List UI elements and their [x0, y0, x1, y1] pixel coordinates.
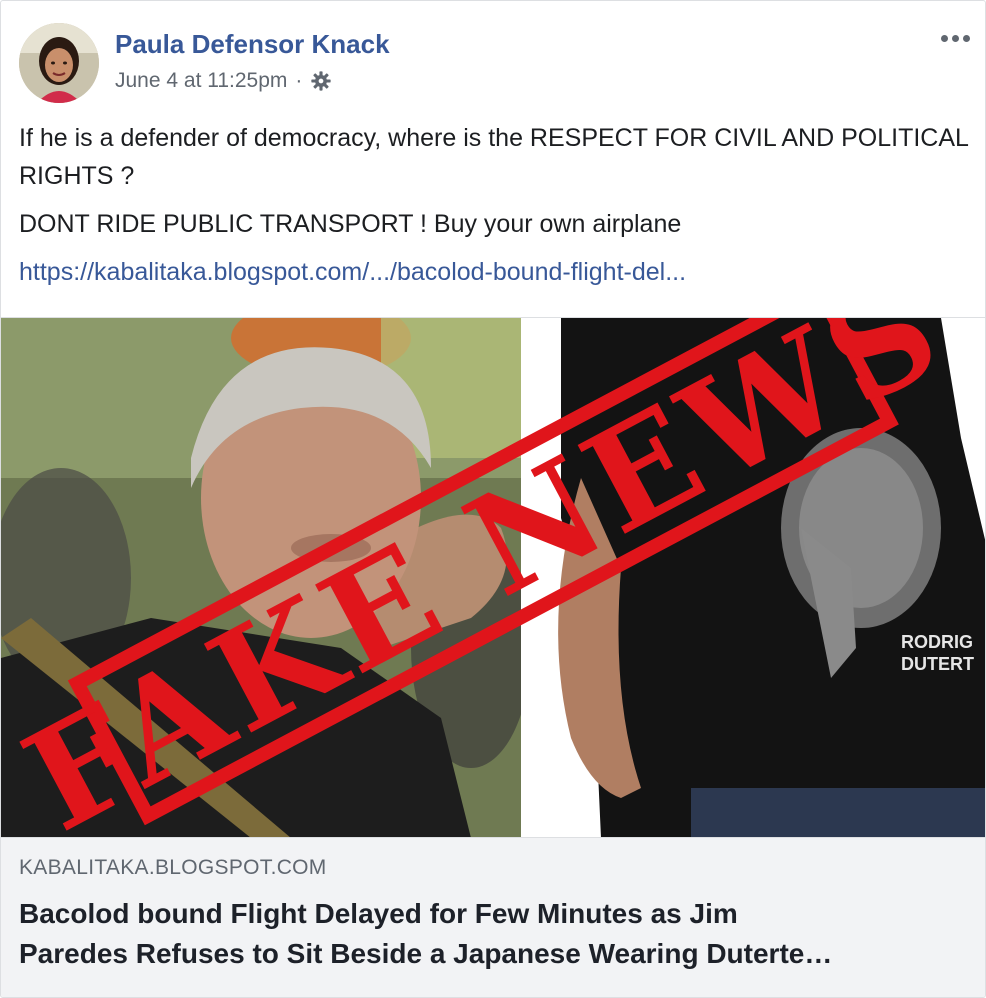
more-dot — [940, 34, 948, 42]
post-header: Paula Defensor Knack June 4 at 11:25pm · — [1, 1, 985, 111]
more-options-icon[interactable] — [935, 23, 975, 53]
preview-headline-line: Paredes Refuses to Sit Beside a Japanese… — [19, 938, 833, 969]
more-dot — [951, 34, 959, 42]
gear-icon[interactable] — [310, 70, 332, 92]
preview-domain: KABALITAKA.BLOGSPOT.COM — [19, 856, 327, 879]
post-timestamp[interactable]: June 4 at 11:25pm — [115, 69, 287, 93]
meta-separator: · — [295, 69, 303, 92]
post-meta: June 4 at 11:25pm · — [115, 69, 332, 93]
more-dot — [962, 34, 970, 42]
avatar[interactable] — [19, 23, 99, 103]
link-preview[interactable]: KABALITAKA.BLOGSPOT.COM Bacolod bound Fl… — [1, 837, 985, 997]
post-paragraph: DONT RIDE PUBLIC TRANSPORT ! Buy your ow… — [19, 210, 682, 238]
shared-image[interactable]: RODRIG DUTERT FAKE NEWS — [1, 317, 985, 838]
shirt-text: DUTERT — [901, 654, 974, 674]
preview-headline-line: Bacolod bound Flight Delayed for Few Min… — [19, 898, 738, 929]
post-paragraph: If he is a defender of democracy, where … — [19, 124, 968, 190]
facebook-post: Paula Defensor Knack June 4 at 11:25pm · — [0, 0, 986, 998]
author-name[interactable]: Paula Defensor Knack — [115, 29, 390, 60]
post-body: If he is a defender of democracy, where … — [19, 119, 969, 291]
preview-headline[interactable]: Bacolod bound Flight Delayed for Few Min… — [19, 894, 974, 974]
shared-image-graphic: RODRIG DUTERT FAKE NEWS — [1, 318, 985, 838]
shirt-text: RODRIG — [901, 632, 973, 652]
post-link[interactable]: https://kabalitaka.blogspot.com/.../baco… — [19, 253, 969, 291]
